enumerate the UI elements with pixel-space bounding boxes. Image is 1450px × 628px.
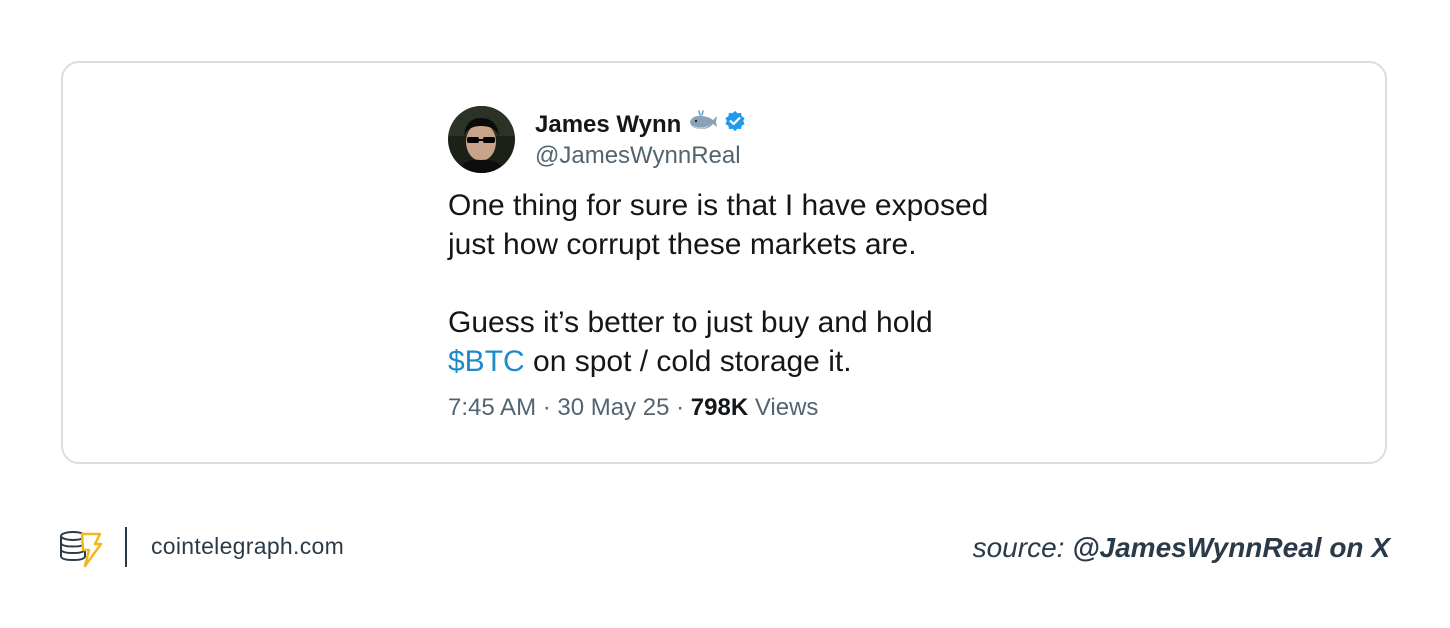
footer-divider (125, 527, 127, 567)
tweet-line-3: Guess it’s better to just buy and hold (448, 306, 933, 339)
tweet-text: One thing for sure is that I have expose… (448, 186, 988, 381)
views-label: Views (748, 394, 819, 421)
tweet-line-2: just how corrupt these markets are. (448, 228, 917, 261)
cointelegraph-logo-icon (58, 528, 104, 573)
source-credit: source: @JamesWynnReal on X (973, 532, 1390, 564)
meta-separator: · (536, 394, 558, 421)
tweet-line-1: One thing for sure is that I have expose… (448, 189, 989, 222)
source-label: source: (972, 532, 1073, 563)
author-name[interactable]: James Wynn (535, 111, 681, 139)
verified-badge-icon (724, 110, 746, 139)
views-count: 798K (690, 394, 749, 421)
tweet-line-4: $BTC on spot / cold storage it. (448, 342, 988, 381)
tweet-meta: 7:45 AM · 30 May 25 · 798K Views (448, 394, 818, 422)
source-handle: @JamesWynnReal on X (1072, 532, 1390, 563)
cashtag-link[interactable]: $BTC (448, 345, 525, 378)
author-handle[interactable]: @JamesWynnReal (535, 142, 741, 170)
author-name-row[interactable]: James Wynn (535, 110, 746, 139)
avatar[interactable] (448, 106, 515, 173)
tweet-line-4-text: on spot / cold storage it. (524, 345, 852, 378)
site-url[interactable]: cointelegraph.com (151, 533, 344, 560)
tweet-time[interactable]: 7:45 AM (448, 394, 536, 421)
meta-separator: · (669, 394, 691, 421)
tweet-date[interactable]: 30 May 25 (557, 394, 669, 421)
whale-emoji-icon (688, 110, 718, 139)
